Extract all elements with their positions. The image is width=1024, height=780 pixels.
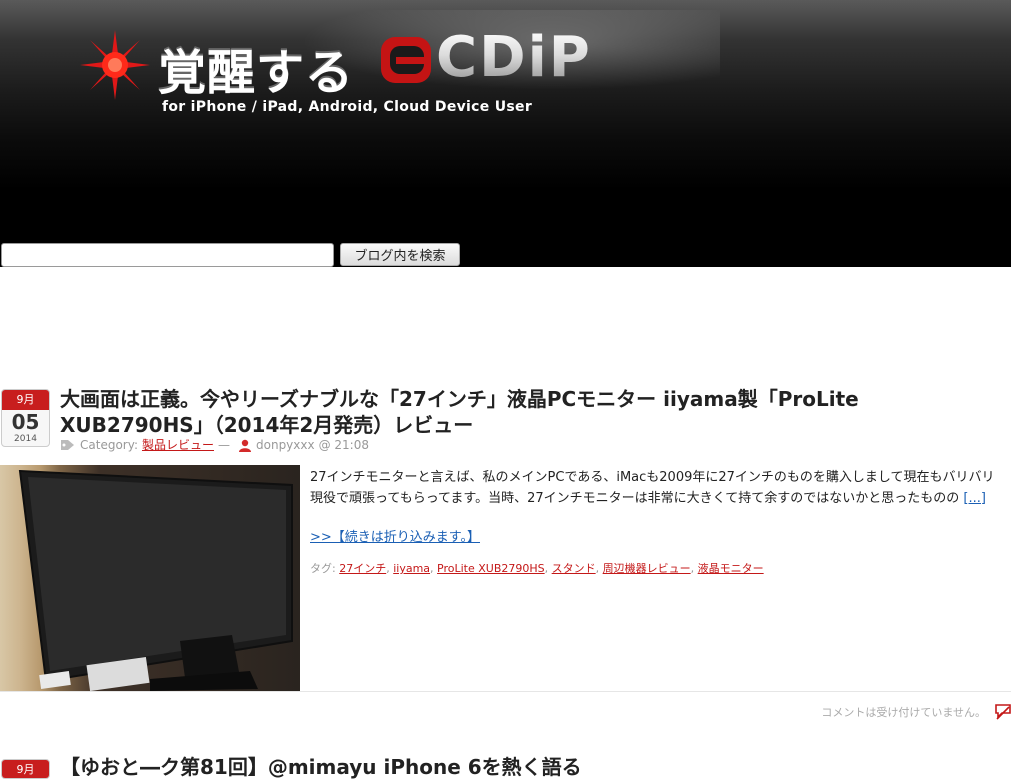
post-title-link[interactable]: 大画面は正義。今やリーズナブルな「27インチ」液晶PCモニター iiyama製「… [60, 386, 1000, 438]
search-input[interactable] [1, 243, 334, 267]
tag-link[interactable]: iiyama [393, 562, 430, 575]
post-date-year: 2014 [14, 434, 37, 444]
comment-icon [995, 704, 1011, 720]
category-link[interactable]: 製品レビュー [142, 437, 214, 453]
post-date-month: 9月 [2, 760, 49, 778]
excerpt-more-link[interactable]: [...] [963, 491, 986, 506]
excerpt-text: 27インチモニターと言えば、私のメインPCである、iMacも2009年に27イン… [310, 470, 995, 506]
search-button[interactable]: ブログ内を検索 [340, 243, 460, 266]
post-title-link[interactable]: 【ゆおと―ク第81回】@mimayu iPhone 6を熱く語る [60, 754, 1000, 780]
post-date-month: 9月 [2, 390, 49, 410]
tag-link[interactable]: 周辺機器レビュー [603, 562, 691, 575]
logo-text-brand[interactable]: CDiP [436, 28, 592, 88]
tag-link[interactable]: ProLite XUB2790HS [437, 562, 545, 575]
post-divider [0, 691, 1011, 692]
tag-link[interactable]: スタンド [552, 562, 596, 575]
author-name: donpyxxx [256, 438, 315, 452]
post-time: @ 21:08 [318, 438, 369, 452]
tag-link[interactable]: 液晶モニター [698, 562, 764, 575]
post-excerpt: 27インチモニターと言えば、私のメインPCである、iMacも2009年に27イン… [310, 467, 1005, 509]
monitor-photo [18, 469, 293, 691]
read-more-link[interactable]: >>【続きは折り込みます。】 [310, 526, 480, 545]
author-icon [239, 439, 251, 452]
sun-logo-icon[interactable] [80, 30, 150, 100]
post-date-day: 05 [11, 410, 40, 434]
post-tags: タグ: 27インチ, iiyama, ProLite XUB2790HS, スタ… [310, 562, 764, 575]
post-date-badge: 9月 [1, 759, 50, 779]
logo-tagline: for iPhone / iPad, Android, Cloud Device… [162, 99, 533, 115]
tag-link[interactable]: 27インチ [339, 562, 386, 575]
site-header: 覚醒する CDiP for iPhone / iPad, Android, Cl… [0, 0, 1011, 267]
meta-separator: — [218, 438, 230, 452]
post-date-badge: 9月 05 2014 [1, 389, 50, 447]
tag-icon [61, 440, 74, 450]
tags-label: タグ: [310, 562, 336, 575]
category-label: Category: [80, 438, 138, 452]
post-meta: Category: 製品レビュー — donpyxxx @ 21:08 [60, 437, 369, 453]
logo-text-jp[interactable]: 覚醒する [158, 32, 354, 102]
post-thumbnail[interactable] [0, 465, 300, 691]
logo-e-mark-icon[interactable] [380, 36, 432, 84]
comments-closed-note: コメントは受け付けていません。 [821, 706, 986, 719]
